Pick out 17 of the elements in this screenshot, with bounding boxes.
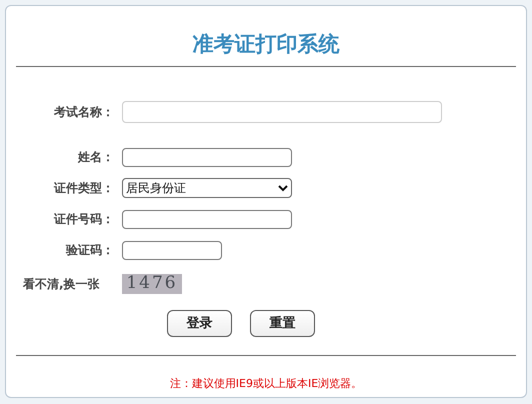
- form-button[interactable]: 重置: [250, 310, 315, 337]
- browser-note: 注：建议使用IE9或以上版本IE浏览器。: [170, 376, 362, 392]
- input-field[interactable]: [122, 210, 292, 228]
- field-label: 验证码：: [66, 242, 114, 259]
- field-label: 姓名：: [78, 149, 114, 166]
- id-type-select[interactable]: 居民身份证: [122, 178, 292, 198]
- chevron-down-icon: [278, 184, 288, 192]
- field-label: 证件类型：: [54, 180, 114, 197]
- captcha-image: 1476: [122, 274, 182, 294]
- input-field[interactable]: [122, 148, 292, 166]
- field-label: 考试名称：: [54, 104, 114, 121]
- refresh-captcha-link[interactable]: 看不清,换一张: [23, 275, 122, 293]
- input-field[interactable]: [122, 101, 442, 123]
- input-field[interactable]: [122, 240, 222, 260]
- form-button[interactable]: 登录: [167, 310, 232, 337]
- page-title: 准考证打印系统: [192, 30, 340, 58]
- field-label: 证件号码：: [54, 211, 114, 228]
